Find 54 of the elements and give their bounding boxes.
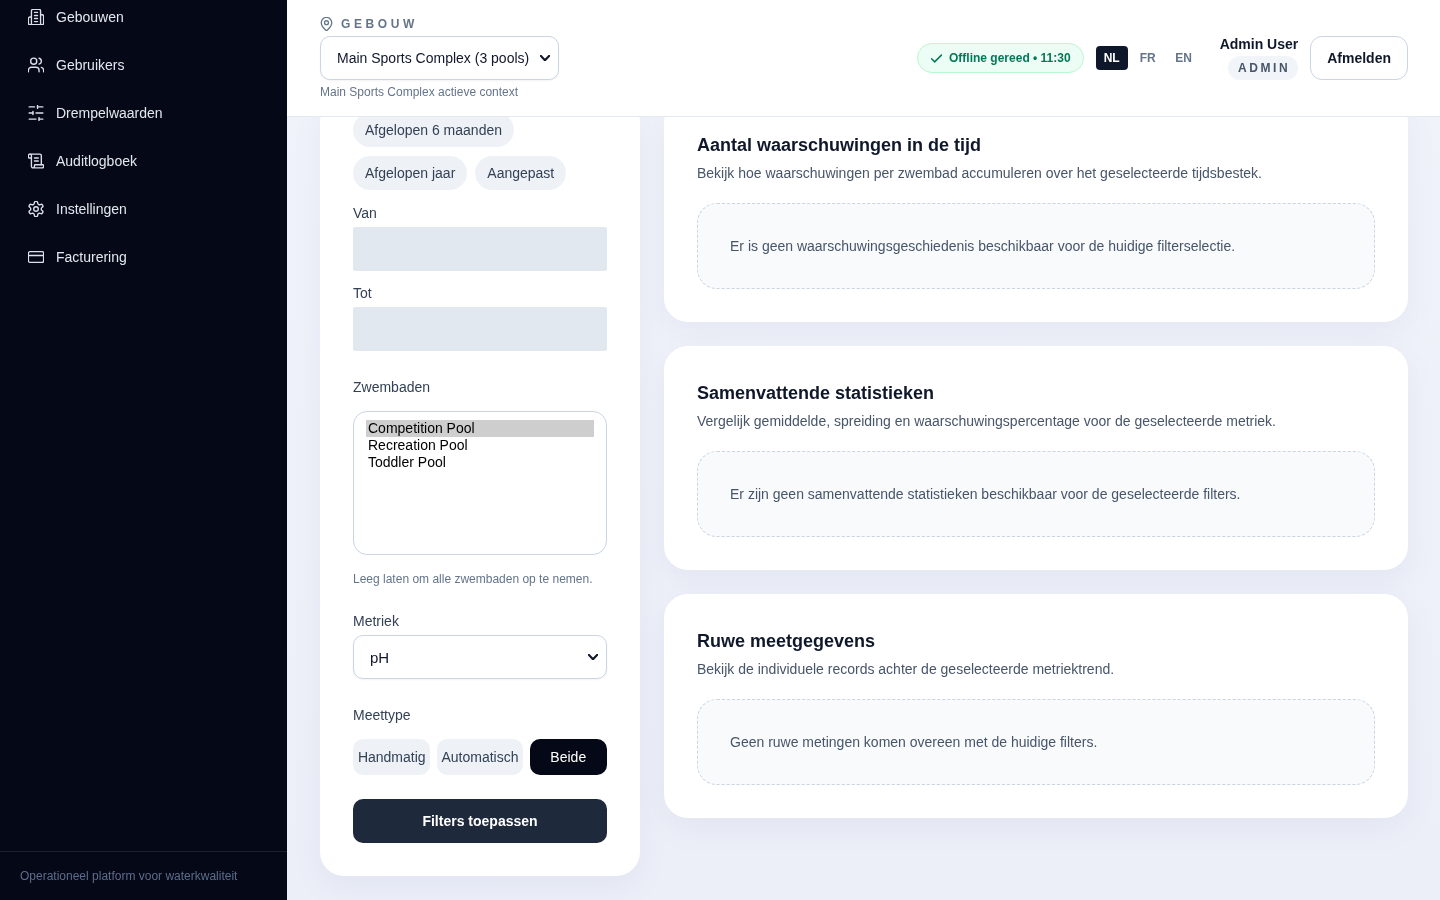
field-label: Meettype bbox=[353, 706, 412, 725]
field-label: Tot bbox=[353, 284, 373, 303]
card-description: Bekijk de individuele records achter de geselecteerde metriektrend. bbox=[697, 660, 1116, 679]
building-hint: Main Sports Complex actieve context bbox=[320, 85, 519, 99]
card-title: Aantal waarschuwingen in de tijd bbox=[697, 134, 983, 157]
pool-option[interactable]: Competition Pool bbox=[366, 420, 594, 437]
apply-filters-button[interactable]: Filters toepassen bbox=[353, 799, 607, 843]
sidebar-item[interactable]: Instellingen bbox=[20, 192, 267, 226]
credit-card-icon bbox=[28, 249, 44, 265]
chevron-down-icon bbox=[588, 654, 598, 660]
empty-state-message: Er is geen waarschuwingsgeschiedenis beschikbaar voor de huidige filterselectie. bbox=[730, 237, 1236, 256]
empty-state-message: Geen ruwe metingen komen overeen met de huidige filters. bbox=[730, 733, 1098, 752]
scroll-icon bbox=[28, 153, 44, 169]
logout-button[interactable]: Afmelden bbox=[1310, 36, 1408, 80]
sidebar-footer-text: Operationeel platform voor waterkwaliteit bbox=[20, 869, 238, 883]
field-label: Zwembaden bbox=[353, 378, 432, 397]
pool-hint: Leeg laten om alle zwembaden op te nemen. bbox=[353, 571, 594, 587]
field-label: Van bbox=[353, 204, 378, 223]
chevron-down-icon bbox=[540, 55, 550, 61]
sidebar-item[interactable]: Gebruikers bbox=[20, 48, 267, 82]
check-icon bbox=[931, 53, 943, 63]
card-title: Ruwe meetgegevens bbox=[697, 630, 877, 653]
role-badge: ADMIN bbox=[1227, 56, 1299, 80]
measure-type-button[interactable]: Automatisch bbox=[437, 739, 523, 775]
sliders-icon bbox=[28, 105, 44, 121]
building-select[interactable]: Main Sports Complex (3 pools) bbox=[320, 36, 559, 80]
pool-option[interactable]: Toddler Pool bbox=[366, 454, 594, 471]
card-title: Samenvattende statistieken bbox=[697, 382, 936, 405]
measure-type-button[interactable]: Beide bbox=[529, 739, 607, 775]
language-button[interactable]: FR bbox=[1131, 46, 1164, 70]
sidebar-item[interactable]: Auditlogboek bbox=[20, 144, 267, 178]
measure-type-button[interactable]: Handmatig bbox=[353, 739, 431, 775]
users-icon bbox=[28, 57, 44, 73]
empty-state-message: Er zijn geen samenvattende statistieken beschikbaar voor de geselecteerde filters. bbox=[730, 485, 1241, 504]
language-button[interactable]: EN bbox=[1167, 46, 1200, 70]
period-chip[interactable]: Aangepast bbox=[475, 156, 567, 190]
card-description: Bekijk hoe waarschuwingen per zwembad accumuleren over het geselecteerde tijdsbestek. bbox=[697, 164, 1263, 183]
settings-icon bbox=[28, 201, 44, 217]
sidebar-item[interactable]: Facturering bbox=[20, 240, 267, 274]
language-button[interactable]: NL bbox=[1095, 46, 1128, 70]
period-chip[interactable]: Afgelopen 6 maanden bbox=[353, 117, 514, 147]
user-name: Admin User bbox=[1219, 36, 1299, 52]
building-icon bbox=[28, 9, 44, 25]
card-description: Vergelijk gemiddelde, spreiding en waarschuwingspercentage voor de geselecteerde metriek. bbox=[697, 412, 1277, 431]
pool-listbox[interactable]: Competition Pool Recreation Pool Toddler Pool bbox=[353, 411, 607, 555]
status-pill: Offline gereed • 11:30 bbox=[917, 43, 1084, 73]
period-chip[interactable]: Afgelopen jaar bbox=[353, 156, 468, 190]
metric-select[interactable]: pH bbox=[353, 635, 607, 679]
sidebar-item[interactable]: Drempelwaarden bbox=[20, 96, 267, 130]
field-label: Metriek bbox=[353, 612, 400, 631]
building-label: GEBOUW bbox=[341, 17, 418, 31]
pool-option[interactable]: Recreation Pool bbox=[366, 437, 594, 454]
map-pin-icon bbox=[320, 17, 333, 31]
sidebar-item[interactable]: Gebouwen bbox=[20, 0, 267, 34]
